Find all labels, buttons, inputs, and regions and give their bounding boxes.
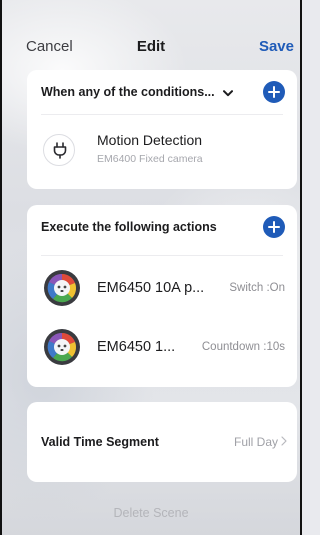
divider [41,255,283,256]
add-action-button[interactable] [263,216,285,238]
conditions-header-label: When any of the conditions... [41,85,215,99]
plug-icon [43,134,75,166]
divider [41,114,283,115]
add-condition-button[interactable] [263,81,285,103]
actions-header-label: Execute the following actions [41,220,217,234]
action-item[interactable]: EM6450 1... Countdown :10s [41,328,285,368]
action-device-name: EM6450 1... [97,339,176,355]
action-item[interactable]: EM6450 10A p... Switch :On [41,269,285,309]
nav-bar: Cancel Edit Save [2,0,300,70]
conditions-header: When any of the conditions... [41,70,285,114]
save-button[interactable]: Save [259,38,294,55]
condition-title: Motion Detection [97,132,203,148]
time-segment-row[interactable]: Valid Time Segment Full Day [41,402,287,482]
time-segment-value: Full Day [233,435,278,449]
condition-item[interactable]: Motion Detection EM6400 Fixed camera [41,126,285,176]
actions-header: Execute the following actions [41,205,285,249]
condition-subtitle: EM6400 Fixed camera [97,153,203,165]
time-segment-card: Valid Time Segment Full Day [27,402,297,482]
action-device-name: EM6450 10A p... [97,280,205,296]
edit-scene-screen: Cancel Edit Save When any of the conditi… [0,0,302,535]
device-icon [43,269,81,307]
actions-card: Execute the following actions EM6450 10A… [27,205,297,387]
chevron-right-icon [281,433,287,451]
time-segment-label: Valid Time Segment [41,435,159,449]
delete-scene-button[interactable]: Delete Scene [2,506,300,520]
chevron-down-icon[interactable] [222,84,233,102]
action-state: Countdown :10s [201,341,285,353]
conditions-card: When any of the conditions... Motion Det… [27,70,297,189]
page-title: Edit [136,38,166,55]
action-state: Switch :On [229,282,285,294]
device-icon [43,328,81,366]
